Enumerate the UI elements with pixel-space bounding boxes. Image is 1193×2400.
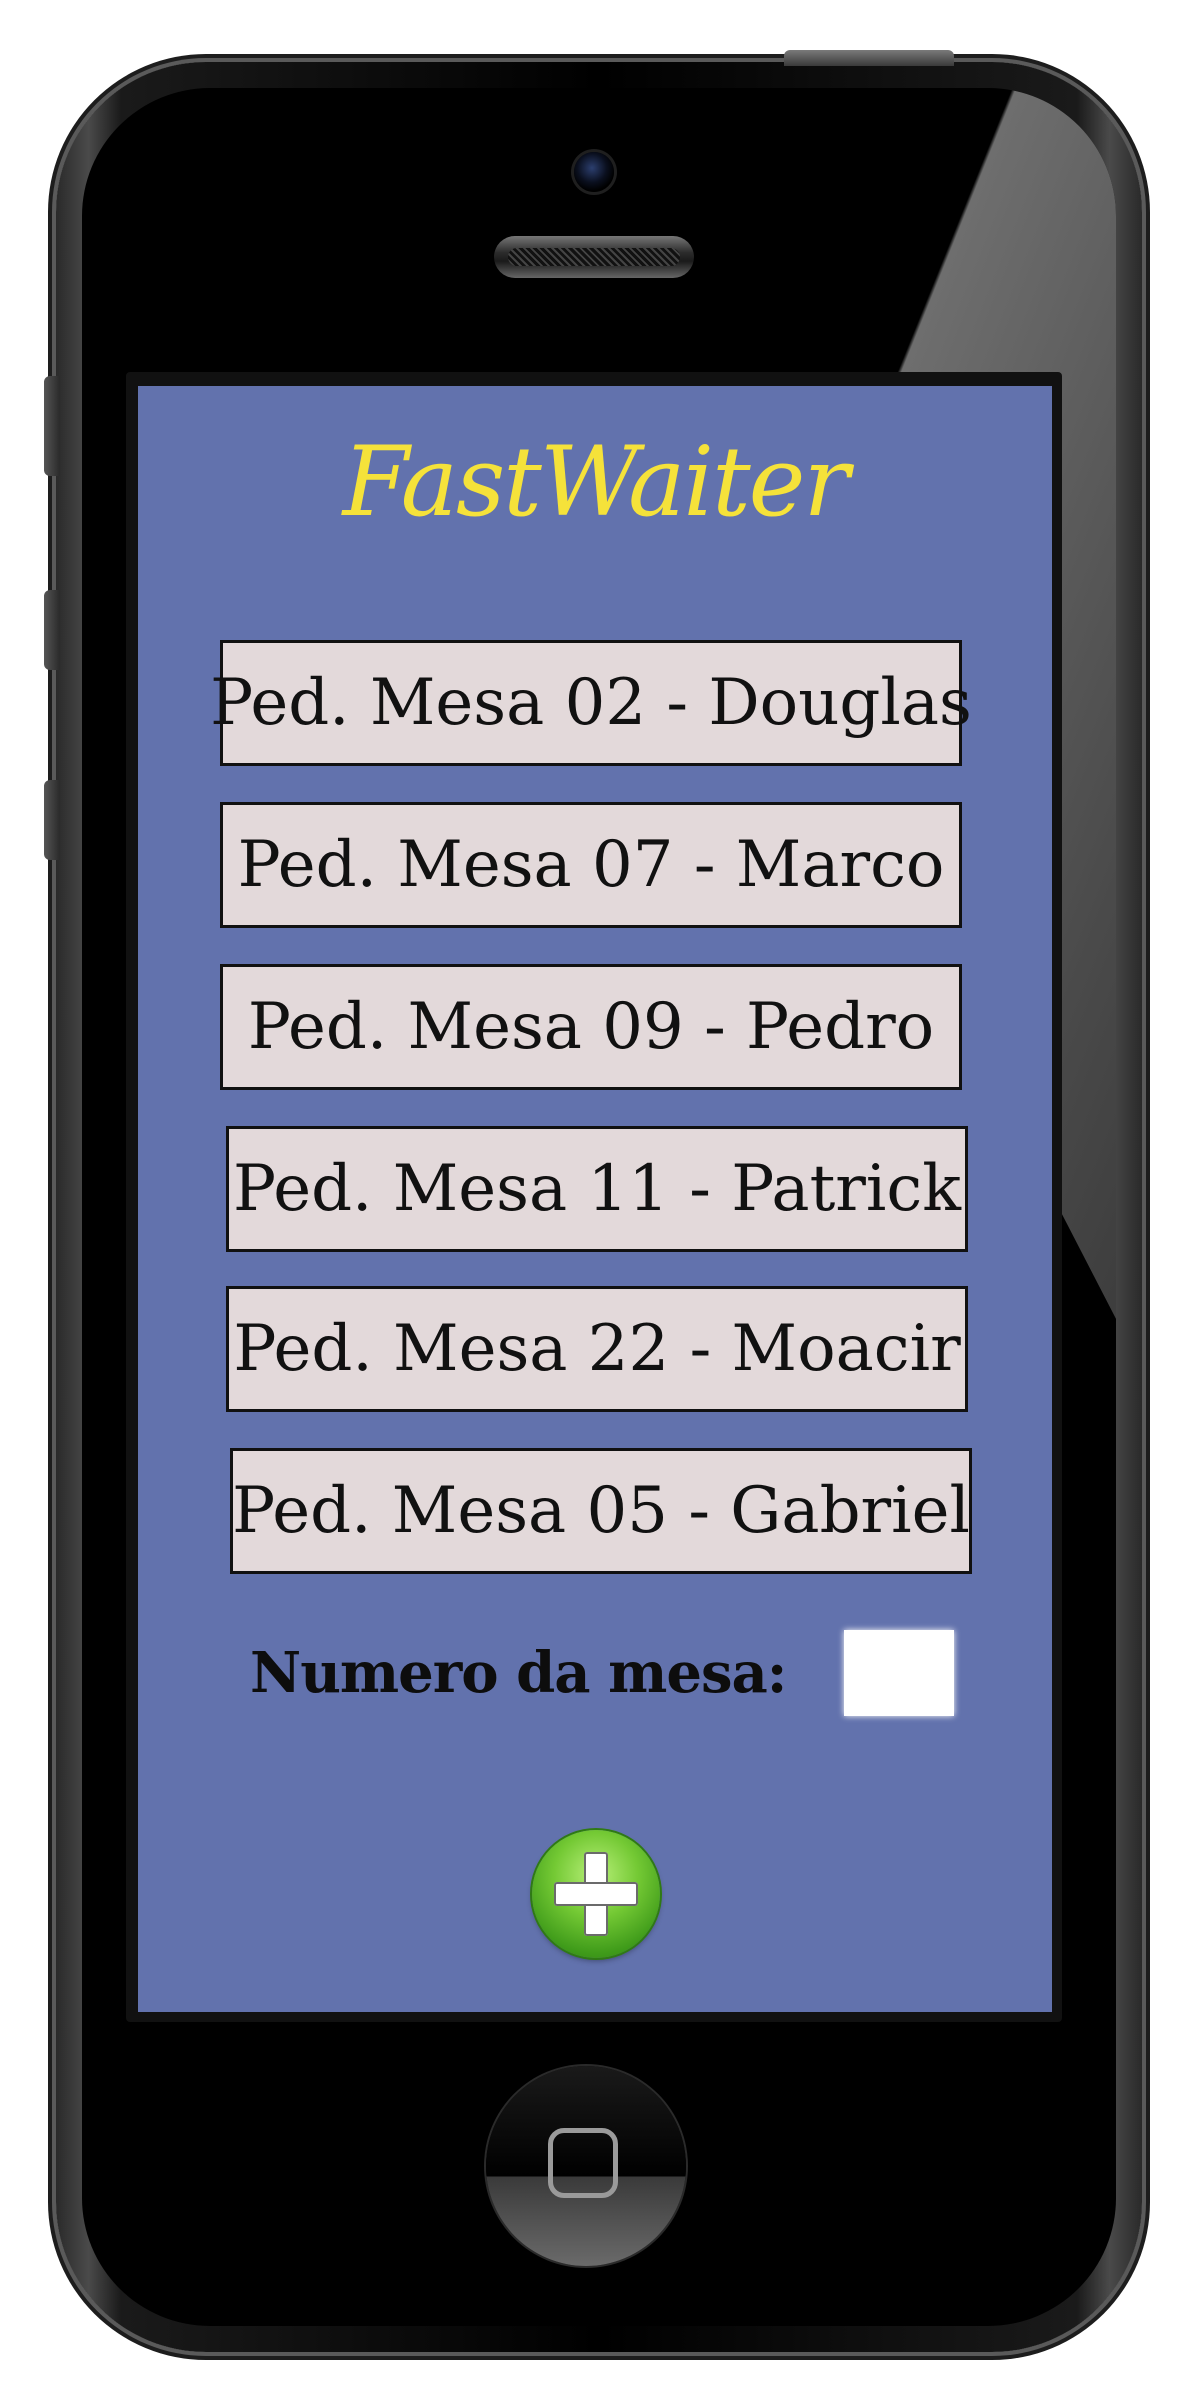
table-number-label: Numero da mesa: bbox=[250, 1640, 787, 1706]
mute-switch bbox=[44, 376, 60, 476]
table-number-input[interactable] bbox=[844, 1630, 954, 1716]
volume-up-button bbox=[44, 590, 60, 670]
front-camera-icon bbox=[574, 152, 614, 192]
home-button-icon[interactable] bbox=[486, 2066, 686, 2266]
order-button-mesa-02[interactable]: Ped. Mesa 02 - Douglas bbox=[210, 640, 972, 766]
order-button-mesa-22[interactable]: Ped. Mesa 22 - Moacir bbox=[226, 1286, 968, 1412]
home-square-icon bbox=[548, 2128, 618, 2198]
app-title: FastWaiter bbox=[342, 426, 850, 538]
add-order-button[interactable] bbox=[532, 1830, 660, 1958]
earpiece-speaker bbox=[494, 236, 694, 278]
order-button-mesa-09[interactable]: Ped. Mesa 09 - Pedro bbox=[220, 964, 962, 1090]
order-button-mesa-11[interactable]: Ped. Mesa 11 - Patrick bbox=[226, 1126, 968, 1252]
volume-down-button bbox=[44, 780, 60, 860]
plus-icon-bar bbox=[554, 1882, 638, 1906]
power-button bbox=[784, 50, 954, 66]
app-screen: FastWaiter Ped. Mesa 02 - Douglas Ped. M… bbox=[138, 386, 1052, 2012]
order-button-mesa-07[interactable]: Ped. Mesa 07 - Marco bbox=[220, 802, 962, 928]
order-button-mesa-05[interactable]: Ped. Mesa 05 - Gabriel bbox=[230, 1448, 972, 1574]
